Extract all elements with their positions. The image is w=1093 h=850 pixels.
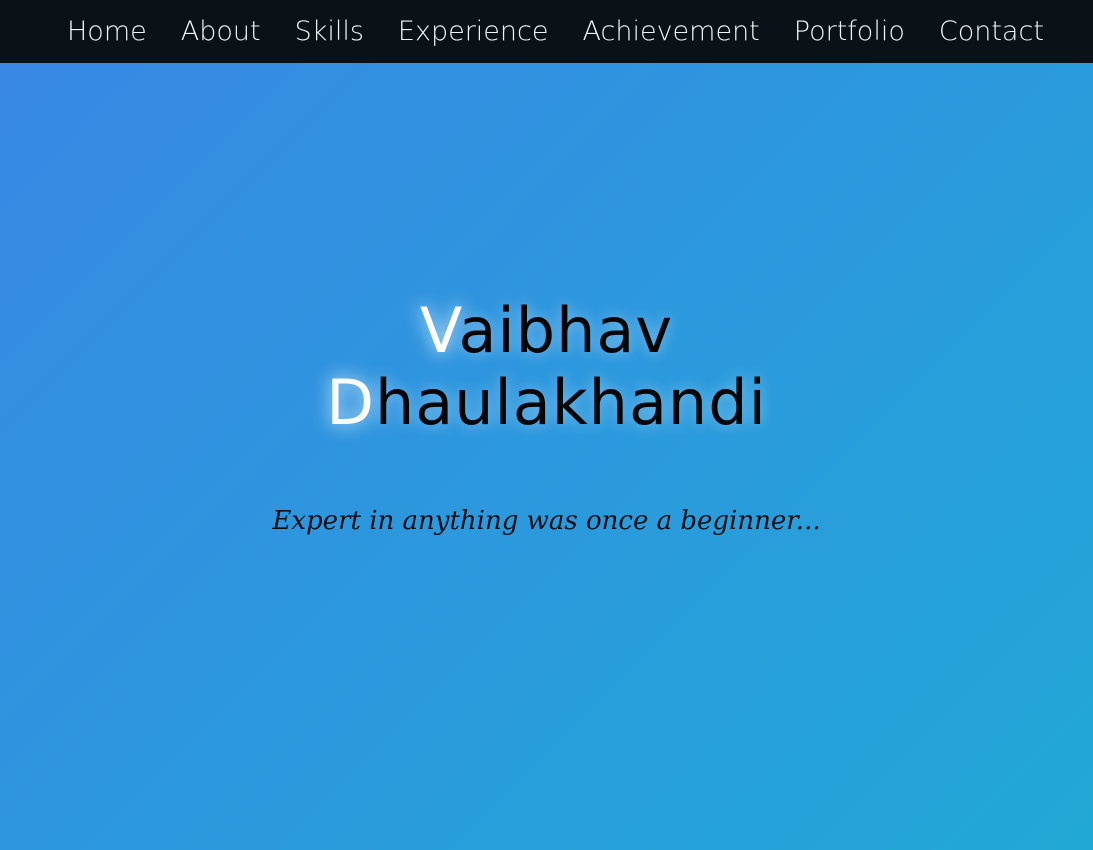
nav-link-experience[interactable]: Experience [381, 18, 566, 45]
last-name: Dhaulakhandi [0, 367, 1093, 439]
nav-link-home[interactable]: Home [50, 18, 164, 45]
navigation-menu: Home About Skills Experience Achievement… [50, 0, 1044, 63]
nav-link-skills[interactable]: Skills [278, 18, 381, 45]
hero-tagline: Expert in anything was once a beginner..… [272, 506, 821, 536]
last-name-rest: haulakhandi [374, 366, 767, 439]
first-name: Vaibhav [0, 295, 1093, 367]
nav-link-contact[interactable]: Contact [922, 18, 1061, 45]
top-navigation-bar: Home About Skills Experience Achievement… [0, 0, 1093, 63]
last-name-initial: D [326, 366, 375, 439]
hero-section: Vaibhav Dhaulakhandi Expert in anything … [0, 63, 1093, 850]
portfolio-page: Home About Skills Experience Achievement… [0, 0, 1093, 850]
first-name-rest: aibhav [458, 294, 674, 367]
profile-name: Vaibhav Dhaulakhandi [0, 295, 1093, 439]
nav-link-portfolio[interactable]: Portfolio [777, 18, 922, 45]
first-name-initial: V [419, 294, 459, 367]
nav-link-achievement[interactable]: Achievement [566, 18, 777, 45]
nav-link-about[interactable]: About [164, 18, 278, 45]
